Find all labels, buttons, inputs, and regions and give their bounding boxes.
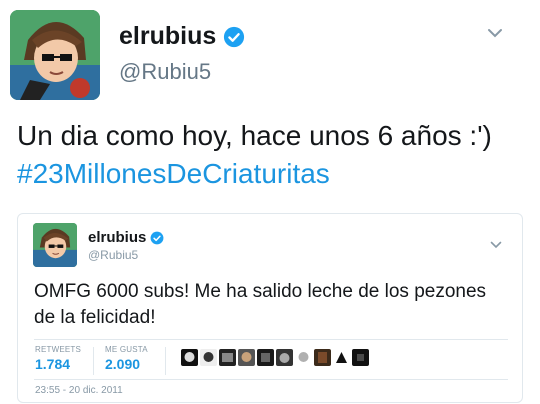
likes-label: ME GUSTA [105, 345, 148, 354]
quoted-avatar[interactable] [33, 223, 77, 267]
liker-avatar[interactable] [200, 349, 217, 366]
verified-badge-icon [150, 231, 164, 244]
quoted-display-name[interactable]: elrubius [88, 229, 164, 246]
liker-avatar[interactable] [238, 349, 255, 366]
quoted-tweet-text: OMFG 6000 subs! Me ha salido leche de lo… [34, 281, 487, 328]
liker-avatar[interactable] [276, 349, 293, 366]
tweet-body: Un dia como hoy, hace unos 6 años :') [17, 120, 492, 151]
liker-avatar[interactable] [181, 349, 198, 366]
likes-stat[interactable]: ME GUSTA 2.090 [105, 345, 148, 372]
liker-avatar[interactable] [314, 349, 331, 366]
tweet-text: Un dia como hoy, hace unos 6 años :') #2… [17, 117, 532, 193]
likes-count[interactable]: 2.090 [105, 356, 148, 372]
liker-avatar[interactable] [219, 349, 236, 366]
tweet: elrubius @Rubiu5 Un dia como hoy, hace u… [0, 0, 540, 404]
quoted-tweet-card[interactable]: elrubius @Rubiu5 OMFG 6000 subs! Me ha s… [17, 213, 523, 403]
verified-badge-icon [224, 26, 245, 47]
liker-avatar[interactable] [257, 349, 274, 366]
chevron-down-icon[interactable] [487, 28, 503, 38]
retweets-label: RETWEETS [35, 345, 82, 354]
display-name-text[interactable]: elrubius [119, 22, 216, 51]
liker-avatars [181, 349, 369, 366]
divider [165, 347, 166, 375]
handle[interactable]: @Rubiu5 [119, 59, 211, 85]
retweets-stat[interactable]: RETWEETS 1.784 [35, 345, 81, 372]
liker-avatar[interactable] [295, 349, 312, 366]
chevron-down-icon[interactable] [490, 241, 502, 249]
timestamp[interactable]: 23:55 - 20 dic. 2011 [35, 385, 123, 396]
divider [34, 379, 508, 380]
retweets-count[interactable]: 1.784 [35, 356, 81, 372]
liker-avatar[interactable] [352, 349, 369, 366]
liker-avatar[interactable] [333, 349, 350, 366]
display-name[interactable]: elrubius [119, 22, 245, 51]
divider [93, 347, 94, 375]
divider [34, 339, 508, 340]
avatar[interactable] [10, 10, 100, 100]
quoted-handle[interactable]: @Rubiu5 [88, 248, 138, 262]
quoted-display-name-text[interactable]: elrubius [88, 229, 146, 246]
hashtag-link[interactable]: #23MillonesDeCriaturitas [17, 155, 532, 193]
